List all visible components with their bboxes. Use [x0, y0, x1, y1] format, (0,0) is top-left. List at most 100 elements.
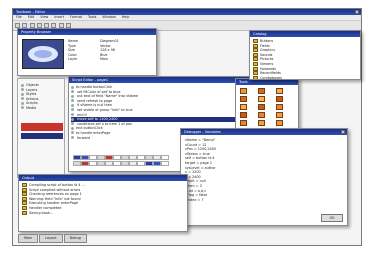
palette-tool-icon[interactable]	[240, 120, 247, 126]
grid-cell[interactable]	[129, 155, 137, 160]
variable-row-text: vStatus = true	[185, 151, 210, 156]
catalog-item[interactable]: Comboboxes	[253, 75, 359, 79]
script-line-text: if vName is null then	[76, 103, 113, 108]
grid-cell[interactable]	[113, 161, 121, 166]
grid-cell[interactable]	[105, 161, 113, 166]
message-icon	[22, 205, 27, 210]
grid-cell[interactable]	[137, 161, 145, 166]
catalog-item-text: Buttons	[260, 39, 274, 43]
variable-row-text: target = page 1	[185, 160, 213, 165]
grid-cell[interactable]	[105, 155, 113, 160]
palette-tool-icon[interactable]	[258, 112, 265, 118]
palette-tool-icon[interactable]	[240, 96, 247, 102]
palette-tool-icon[interactable]	[258, 96, 265, 102]
palette-tool-icon[interactable]	[276, 96, 283, 102]
new-icon[interactable]	[15, 22, 20, 28]
property-labels: Name Type Size Color Layer	[68, 39, 98, 62]
property-label-text: Type	[68, 43, 76, 48]
tab-layout[interactable]: Layout	[39, 234, 63, 243]
grid-cell[interactable]	[81, 155, 89, 160]
script-line-text: put text of field "Name" into vName	[76, 94, 139, 99]
grid-cell[interactable]	[89, 155, 97, 160]
property-label-text: Color	[68, 52, 77, 57]
grid-cell[interactable]	[89, 161, 97, 166]
grid-cell[interactable]	[137, 155, 145, 160]
grid-cell[interactable]	[113, 155, 121, 160]
grid-cell[interactable]	[153, 155, 161, 160]
close-icon[interactable]	[355, 10, 359, 14]
grid-cell[interactable]	[161, 161, 169, 166]
palette-tool-icon[interactable]	[258, 88, 265, 94]
cut-icon[interactable]	[36, 22, 42, 28]
sidebar-item-text: Layers	[26, 87, 38, 92]
property-value-text: 128 x 96	[100, 48, 115, 53]
grid-cell[interactable]	[145, 161, 153, 166]
copy-icon[interactable]	[44, 22, 50, 28]
folder-icon	[253, 61, 258, 66]
save-icon[interactable]	[29, 22, 35, 28]
output-line-text: Script compiled without errors	[29, 187, 81, 192]
variable-row-text: vPos = 1200,2400	[185, 147, 217, 152]
grid-cell[interactable]	[73, 161, 81, 166]
property-value[interactable]: Main	[100, 57, 154, 62]
script-editor-titlebar: Script Editor - page1	[69, 77, 249, 83]
catalog-item-text: Viewers	[260, 61, 274, 66]
folder-icon	[253, 52, 258, 57]
tab-debug[interactable]: Debug	[63, 234, 87, 243]
menu-item-tools[interactable]: Tools	[88, 15, 96, 20]
property-value-text: Vector	[100, 43, 111, 48]
palette-tool-icon[interactable]	[258, 104, 265, 110]
line-marker-icon	[71, 131, 74, 135]
grid-cell[interactable]	[153, 161, 161, 166]
palette-tool-icon[interactable]	[276, 104, 283, 110]
grid-cell[interactable]	[81, 161, 89, 166]
menu-item-format[interactable]: Format	[70, 15, 82, 20]
grid-cell[interactable]	[129, 161, 137, 166]
folder-icon	[253, 71, 258, 76]
grid-cell[interactable]	[145, 155, 153, 160]
line-marker-icon	[71, 103, 74, 107]
undo-icon[interactable]	[58, 22, 64, 28]
grid-cell[interactable]	[121, 161, 129, 166]
paste-icon[interactable]	[51, 22, 57, 28]
debugger-ok-button[interactable]: OK	[321, 214, 343, 222]
property-label-text: Name	[68, 39, 79, 43]
menu-item-edit[interactable]: Edit	[28, 15, 35, 20]
status-tabs: Main Layout Debug	[18, 234, 138, 243]
preview-image	[22, 39, 64, 69]
run-icon[interactable]	[65, 22, 71, 28]
menu-item-insert[interactable]: Insert	[54, 15, 64, 20]
palette-tool-icon[interactable]	[258, 120, 265, 126]
script-line-text: conditions set x to item 1 of pos	[76, 121, 132, 126]
grid-cell[interactable]	[161, 155, 169, 160]
sidebar-item[interactable]: Media	[21, 106, 63, 111]
tab-main[interactable]: Main	[18, 234, 39, 243]
menu-item-view[interactable]: View	[40, 15, 48, 20]
line-marker-icon	[71, 99, 74, 103]
grid-cell[interactable]	[97, 161, 105, 166]
app-title: Toolbook - Editor	[16, 10, 46, 14]
palette-tool-icon[interactable]	[240, 112, 247, 118]
palette-tool-icon[interactable]	[240, 104, 247, 110]
grid-cell[interactable]	[73, 155, 81, 160]
grid-cell[interactable]	[97, 155, 105, 160]
palette-tool-icon[interactable]	[276, 88, 283, 94]
palette-tool-icon[interactable]	[276, 112, 283, 118]
palette-tool-icon[interactable]	[276, 120, 283, 126]
sidebar-item-text: Styles	[26, 92, 37, 97]
color-grid	[73, 155, 173, 169]
variable-row[interactable]: vIndex = 7	[185, 198, 345, 203]
property-label-text: Layer	[68, 57, 78, 62]
line-marker-icon	[71, 94, 74, 98]
message-icon	[22, 196, 27, 201]
grid-cell[interactable]	[121, 155, 129, 160]
menu-item-help[interactable]: Help	[122, 15, 130, 20]
palette-tool-icon[interactable]	[240, 88, 247, 94]
script-line-text: forward	[76, 135, 91, 140]
menu-item-window[interactable]: Window	[102, 15, 115, 20]
open-icon[interactable]	[22, 22, 28, 28]
variable-row-text: sysLevel = author	[185, 165, 216, 170]
property-value-text: Blue	[100, 52, 108, 57]
menu-item-file[interactable]: File	[16, 15, 22, 20]
close-icon[interactable]	[341, 130, 345, 134]
